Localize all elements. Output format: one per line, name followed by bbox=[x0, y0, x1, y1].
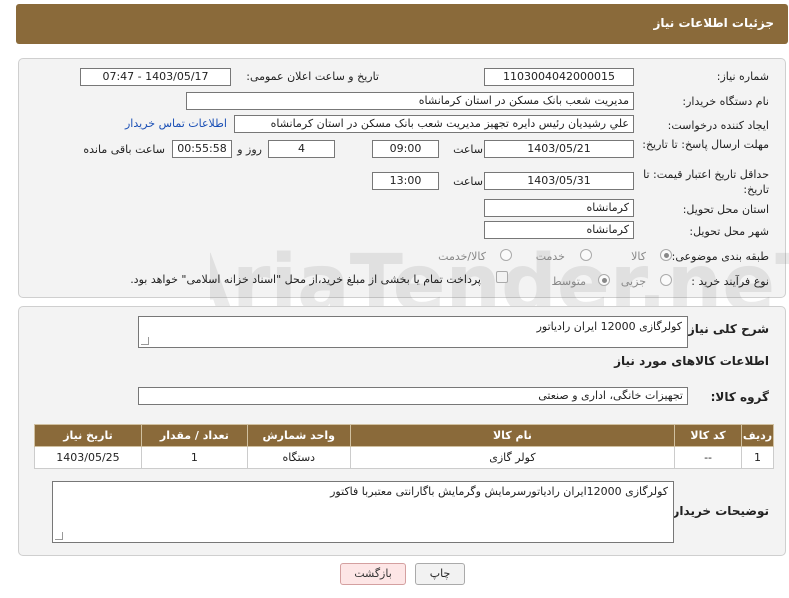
city-label: شهر محل تحویل: bbox=[689, 225, 769, 238]
col-header-quantity: تعداد / مقدار bbox=[140, 424, 248, 447]
cell-quantity: 1 bbox=[140, 446, 248, 469]
treasury-payment-checkbox[interactable] bbox=[496, 271, 508, 283]
col-header-goods-name: نام کالا bbox=[349, 424, 676, 447]
table-header-row: ردیف کد کالا نام کالا واحد شمارش تعداد /… bbox=[34, 424, 774, 447]
days-label: روز و bbox=[237, 143, 262, 156]
col-header-need-date: تاریخ نیاز bbox=[34, 424, 142, 447]
remaining-field: 00:55:58 bbox=[172, 140, 232, 158]
category-both-radio[interactable] bbox=[500, 249, 512, 261]
page-header: جزئیات اطلاعات نیاز bbox=[16, 4, 788, 44]
validity-time-label: ساعت bbox=[453, 175, 483, 188]
remaining-label: ساعت باقی مانده bbox=[83, 143, 165, 156]
cell-goods-name: کولر گازی bbox=[349, 446, 676, 469]
buyer-notes-field: کولرگازی 12000ایران رادیاتورسرمایش وگرما… bbox=[52, 481, 674, 543]
city-field: کرمانشاه bbox=[484, 221, 634, 239]
need-number-field: 1103004042000015 bbox=[484, 68, 634, 86]
buyer-notes-label: توضیحات خریدار: bbox=[667, 504, 769, 518]
description-label: شرح کلی نیاز: bbox=[683, 322, 769, 336]
buyer-label: نام دستگاه خریدار: bbox=[682, 95, 769, 108]
category-both-label: کالا/خدمت bbox=[438, 250, 486, 263]
resize-handle-icon[interactable] bbox=[141, 337, 149, 345]
validity-label: حداقل تاریخ اعتبار قیمت: تا تاریخ: bbox=[643, 168, 769, 196]
goods-group-label: گروه کالا: bbox=[710, 390, 769, 404]
validity-time-field: 13:00 bbox=[372, 172, 439, 190]
deadline-label: مهلت ارسال پاسخ: تا تاریخ: bbox=[642, 138, 769, 151]
back-button[interactable]: بازگشت bbox=[340, 563, 406, 585]
category-goods-label: کالا bbox=[631, 250, 646, 263]
category-goods-radio[interactable] bbox=[660, 249, 672, 261]
buyer-notes-text: کولرگازی 12000ایران رادیاتورسرمایش وگرما… bbox=[330, 485, 668, 498]
goods-info-title: اطلاعات کالاهای مورد نیاز bbox=[614, 354, 769, 368]
process-medium-label: متوسط bbox=[551, 275, 586, 288]
deadline-time-field: 09:00 bbox=[372, 140, 439, 158]
deadline-date-field: 1403/05/21 bbox=[484, 140, 634, 158]
announce-field: 1403/05/17 - 07:47 bbox=[80, 68, 231, 86]
col-header-row-number: ردیف bbox=[741, 424, 774, 447]
creator-field: علي رشيديان رئيس دايره تجهيز مدیریت شعب … bbox=[234, 115, 634, 133]
goods-table: ردیف کد کالا نام کالا واحد شمارش تعداد /… bbox=[34, 424, 774, 469]
buyer-field: مدیریت شعب بانک مسکن در استان کرمانشاه bbox=[186, 92, 634, 110]
deadline-time-label: ساعت bbox=[453, 143, 483, 156]
validity-date-field: 1403/05/31 bbox=[484, 172, 634, 190]
resize-handle-icon[interactable] bbox=[55, 532, 63, 540]
category-service-label: خدمت bbox=[535, 250, 565, 263]
table-row: 1 -- کولر گازی دستگاه 1 1403/05/25 bbox=[34, 446, 774, 469]
category-label: طبقه بندی موضوعی: bbox=[671, 250, 769, 263]
page-title: جزئیات اطلاعات نیاز bbox=[653, 16, 774, 30]
creator-label: ایجاد کننده درخواست: bbox=[667, 119, 769, 132]
treasury-payment-note: پرداخت تمام یا بخشی از مبلغ خرید،از محل … bbox=[130, 273, 481, 286]
days-field: 4 bbox=[268, 140, 335, 158]
cell-goods-code: -- bbox=[674, 446, 743, 469]
print-button[interactable]: چاپ bbox=[415, 563, 465, 585]
process-label: نوع فرآیند خرید : bbox=[691, 275, 769, 288]
announce-label: تاریخ و ساعت اعلان عمومی: bbox=[246, 70, 379, 83]
process-medium-radio[interactable] bbox=[598, 274, 610, 286]
category-service-radio[interactable] bbox=[580, 249, 592, 261]
province-label: استان محل تحویل: bbox=[682, 203, 769, 216]
province-field: کرمانشاه bbox=[484, 199, 634, 217]
cell-unit: دستگاه bbox=[246, 446, 351, 469]
process-minor-radio[interactable] bbox=[660, 274, 672, 286]
goods-group-field: تجهیزات خانگی، اداری و صنعتی bbox=[138, 387, 688, 405]
cell-row-number: 1 bbox=[741, 446, 774, 469]
description-field: کولرگازی 12000 ایران رادیاتور bbox=[138, 316, 688, 348]
description-text: کولرگازی 12000 ایران رادیاتور bbox=[536, 320, 682, 333]
contact-buyer-link[interactable]: اطلاعات تماس خریدار bbox=[125, 117, 227, 130]
need-number-label: شماره نیاز: bbox=[716, 70, 769, 83]
col-header-goods-code: کد کالا bbox=[674, 424, 743, 447]
cell-need-date: 1403/05/25 bbox=[34, 446, 142, 469]
col-header-unit: واحد شمارش bbox=[246, 424, 351, 447]
process-minor-label: جزیی bbox=[620, 275, 646, 288]
